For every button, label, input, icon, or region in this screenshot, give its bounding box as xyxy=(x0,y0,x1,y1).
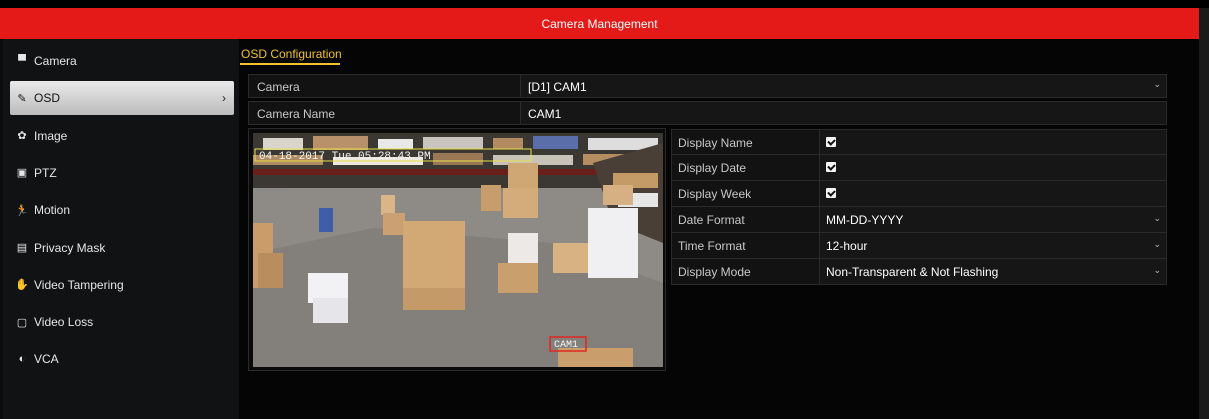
sidebar-item-label: OSD xyxy=(34,91,61,106)
privacy-mask-icon: ▤ xyxy=(16,242,28,254)
display-week-label: Display Week xyxy=(678,187,752,201)
sidebar-item-label: PTZ xyxy=(34,165,57,180)
date-format-select[interactable]: MM-DD-YYYY ⌄ xyxy=(819,207,1166,232)
sidebar-item-camera[interactable]: ▀ Camera xyxy=(10,44,234,78)
window-titlebar: Camera Management xyxy=(0,8,1199,39)
camera-label: Camera xyxy=(257,80,300,94)
osd-datetime-overlay: 04-18-2017 Tue 05:28:43 PM xyxy=(259,151,431,163)
display-week-row: Display Week xyxy=(671,181,1167,207)
tab-underline xyxy=(240,63,340,65)
camera-name-row: Camera Name CAM1 xyxy=(248,101,1167,125)
display-name-checkbox[interactable] xyxy=(826,137,836,147)
display-date-checkbox[interactable] xyxy=(826,162,836,172)
time-format-value: 12-hour xyxy=(826,239,868,253)
image-icon: ✿ xyxy=(17,130,27,143)
camera-name-label: Camera Name xyxy=(257,107,336,121)
chevron-down-icon: ⌄ xyxy=(1153,239,1161,249)
motion-icon: 🏃 xyxy=(15,204,29,217)
display-mode-select[interactable]: Non-Transparent & Not Flashing ⌄ xyxy=(819,259,1166,284)
display-week-checkbox[interactable] xyxy=(826,188,836,198)
sidebar-item-ptz[interactable]: ▣ PTZ xyxy=(10,156,234,190)
chevron-right-icon: › xyxy=(222,91,226,106)
date-format-row: Date Format MM-DD-YYYY ⌄ xyxy=(671,207,1167,233)
time-format-select[interactable]: 12-hour ⌄ xyxy=(819,233,1166,258)
camera-select-value: [D1] CAM1 xyxy=(528,80,587,94)
window-title: Camera Management xyxy=(541,16,658,31)
video-preview: 04-18-2017 Tue 05:28:43 PM CAM1 xyxy=(248,128,666,371)
sidebar-item-vca[interactable]: ◐ VCA xyxy=(10,342,234,376)
tampering-icon: ✋ xyxy=(15,279,29,292)
sidebar-item-motion[interactable]: 🏃 Motion xyxy=(10,193,234,227)
display-name-row: Display Name xyxy=(671,129,1167,155)
chevron-down-icon: ⌄ xyxy=(1153,265,1161,275)
sidebar-item-label: Video Loss xyxy=(34,315,94,330)
camera-select[interactable]: [D1] CAM1 ⌄ xyxy=(520,75,1166,97)
ptz-icon: ▣ xyxy=(16,167,28,180)
display-mode-label: Display Mode xyxy=(678,265,751,279)
sidebar-item-osd[interactable]: ✎ OSD › xyxy=(10,81,234,116)
display-mode-row: Display Mode Non-Transparent & Not Flashi… xyxy=(671,259,1167,285)
camera-name-value: CAM1 xyxy=(528,107,562,121)
sidebar-item-video-loss[interactable]: ▢ Video Loss xyxy=(10,305,234,339)
camera-select-row[interactable]: Camera [D1] CAM1 ⌄ xyxy=(248,74,1167,98)
display-mode-value: Non-Transparent & Not Flashing xyxy=(826,265,999,279)
time-format-row: Time Format 12-hour ⌄ xyxy=(671,233,1167,259)
sidebar-item-label: Motion xyxy=(34,203,71,218)
camera-name-field[interactable]: CAM1 xyxy=(520,102,1166,124)
vca-icon: ◐ xyxy=(18,353,26,366)
sidebar-item-image[interactable]: ✿ Image xyxy=(10,119,234,153)
date-format-label: Date Format xyxy=(678,213,745,227)
sidebar-item-label: Image xyxy=(34,128,68,143)
sidebar-item-label: VCA xyxy=(34,352,59,367)
display-name-label: Display Name xyxy=(678,136,753,150)
camera-icon: ▀ xyxy=(18,55,26,67)
video-loss-icon: ▢ xyxy=(16,316,28,329)
display-week-checkbox-cell[interactable] xyxy=(819,181,1166,206)
chevron-down-icon: ⌄ xyxy=(1153,79,1161,89)
time-format-label: Time Format xyxy=(678,239,746,253)
osd-edit-icon: ✎ xyxy=(17,92,27,105)
camera-video-frame: 04-18-2017 Tue 05:28:43 PM CAM1 xyxy=(253,133,663,367)
display-date-row: Display Date xyxy=(671,155,1167,181)
sidebar-item-label: Camera xyxy=(34,54,77,68)
sidebar-item-privacy-mask[interactable]: ▤ Privacy Mask xyxy=(10,231,234,265)
chevron-down-icon: ⌄ xyxy=(1153,213,1161,223)
osd-options-table: Display Name Display Date Display Week Date… xyxy=(671,129,1167,285)
osd-camera-name-overlay: CAM1 xyxy=(554,340,578,351)
sidebar-item-label: Privacy Mask xyxy=(34,240,106,255)
display-date-label: Display Date xyxy=(678,161,747,175)
right-edge xyxy=(1199,8,1209,419)
display-name-checkbox-cell[interactable] xyxy=(819,130,1166,154)
sidebar-item-label: Video Tampering xyxy=(34,277,124,292)
display-date-checkbox-cell[interactable] xyxy=(819,155,1166,180)
sidebar-item-video-tampering[interactable]: ✋ Video Tampering xyxy=(10,268,234,302)
date-format-value: MM-DD-YYYY xyxy=(826,213,904,227)
